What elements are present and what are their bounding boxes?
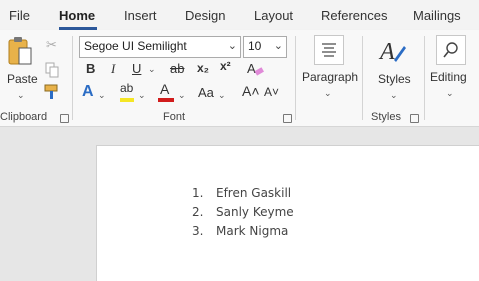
tab-layout[interactable]: Layout [254,8,293,23]
chevron-down-icon[interactable]: ⌄ [218,90,226,101]
ribbon-separator [424,36,425,120]
list-number: 1. [192,186,204,200]
editing-label: Editing [430,70,467,84]
tab-insert[interactable]: Insert [124,8,157,23]
list-number: 3. [192,224,204,238]
chevron-down-icon[interactable]: ⌄ [98,90,106,101]
styles-button[interactable]: A Styles ⌄ [368,34,416,104]
format-painter-icon[interactable] [44,84,62,100]
paragraph-icon [314,35,344,65]
font-size-combo[interactable]: 10 ⌄ [243,36,287,58]
font-name-combo[interactable]: Segoe UI Semilight ⌄ [79,36,241,58]
paragraph-label: Paragraph [302,70,359,84]
ribbon-separator [72,36,73,120]
subscript-button[interactable]: x₂ [197,62,209,74]
ribbon-separator [362,36,363,120]
font-size-value: 10 [248,39,262,53]
highlight-button[interactable]: ab [120,82,133,94]
styles-group-label: Styles [371,111,401,123]
clipboard-launcher-icon[interactable] [60,114,69,123]
chevron-down-icon[interactable]: ⌄ [138,90,146,101]
copy-icon[interactable] [45,62,59,78]
document-page[interactable]: 1. Efren Gaskill 2. Sanly Keyme 3. Mark … [96,145,479,281]
list-text: Mark Nigma [216,224,289,238]
ribbon-tab-bar: File Home Insert Design Layout Reference… [0,0,479,30]
svg-text:A: A [247,61,256,76]
underline-button[interactable]: U [132,62,141,75]
ribbon: Paste ⌄ ✂ Clipboard Segoe UI Semilight ⌄… [0,30,479,127]
grow-font-button[interactable]: A˄ [242,84,260,98]
chevron-down-icon: ⌄ [273,40,283,52]
chevron-down-icon: ⌄ [17,90,25,100]
tab-file[interactable]: File [9,8,30,23]
shrink-font-button[interactable]: A˅ [264,86,279,98]
font-color-button[interactable]: A [160,82,169,96]
ribbon-separator [295,36,296,120]
styles-label: Styles [378,72,411,86]
editing-button[interactable]: Editing ⌄ [428,34,476,104]
highlight-color-bar [120,98,134,102]
list-text: Efren Gaskill [216,186,292,200]
tab-design[interactable]: Design [185,8,225,23]
tab-references[interactable]: References [321,8,387,23]
paste-button[interactable]: Paste ⌄ [2,34,38,104]
font-group-label: Font [163,111,186,123]
font-color-bar [158,98,174,102]
clipboard-group-label: Clipboard [0,111,48,123]
paste-label: Paste [7,72,38,86]
chevron-down-icon[interactable]: ⌄ [178,90,186,101]
font-name-value: Segoe UI Semilight [84,39,187,53]
chevron-down-icon: ⌄ [390,90,398,100]
chevron-down-icon: ⌄ [446,88,454,98]
tab-mailings[interactable]: Mailings [413,8,461,23]
chevron-down-icon: ⌄ [324,88,332,98]
font-launcher-icon[interactable] [283,114,292,123]
clipboard-icon [8,37,32,65]
change-case-button[interactable]: Aa [198,86,214,99]
text-effects-button[interactable]: A [82,84,94,100]
styles-icon: A [378,39,406,65]
bold-button[interactable]: B [86,62,95,75]
superscript-button[interactable]: x² [220,60,231,72]
cut-icon[interactable]: ✂ [46,38,57,51]
tab-home[interactable]: Home [59,8,95,23]
clear-formatting-icon[interactable]: A [246,60,264,78]
styles-launcher-icon[interactable] [410,114,419,123]
paragraph-button[interactable]: Paragraph ⌄ [300,34,358,104]
italic-button[interactable]: I [111,62,115,75]
chevron-down-icon: ⌄ [227,40,237,52]
chevron-down-icon[interactable]: ⌄ [148,64,156,75]
strikethrough-button[interactable]: ab [170,62,184,75]
list-number: 2. [192,205,204,219]
search-icon [436,35,466,65]
list-text: Sanly Keyme [216,205,294,219]
svg-text:A: A [378,39,395,65]
